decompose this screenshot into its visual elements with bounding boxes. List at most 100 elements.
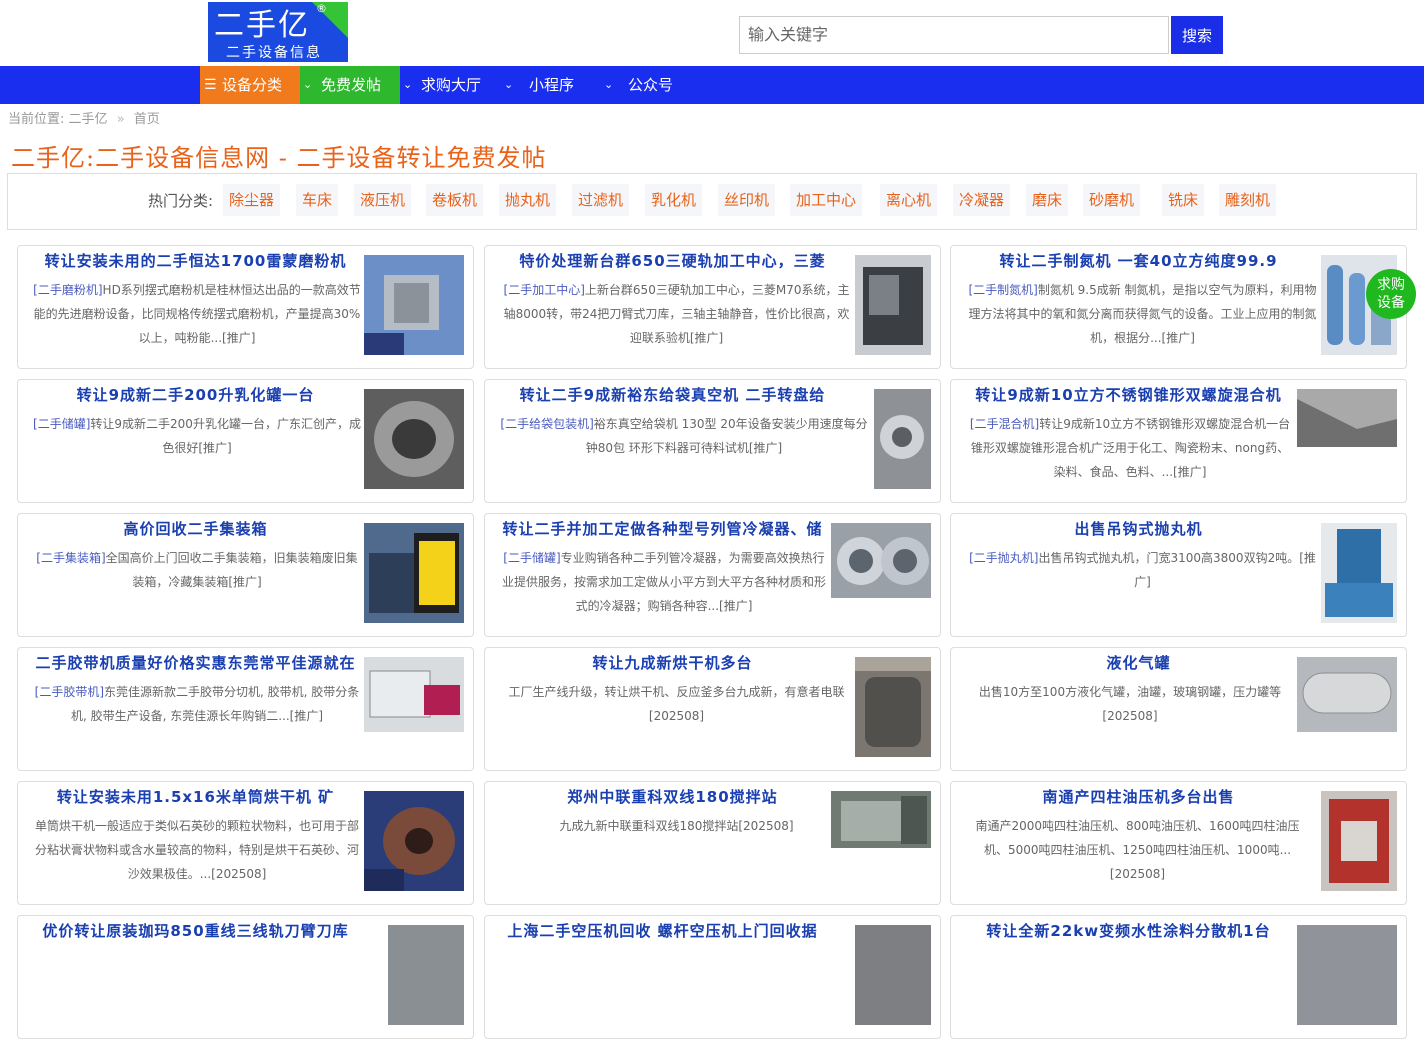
- card-title[interactable]: 转让二手制氮机 一套40立方纯度99.9: [961, 250, 1316, 271]
- listing-card[interactable]: 优价转让原装珈玛850重线三线轨刀臂刀库: [17, 915, 474, 1039]
- product-thumbnail[interactable]: [1321, 523, 1397, 623]
- listing-card[interactable]: 液化气罐 出售10方至100方液化气罐，油罐，玻璃钢罐，压力罐等[202508]: [950, 647, 1407, 771]
- listing-card[interactable]: 转让全新22kw变频水性涂料分散机1台: [950, 915, 1407, 1039]
- breadcrumb-site-link[interactable]: 二手亿: [69, 112, 108, 127]
- listing-card[interactable]: 南通产四柱油压机多台出售 南通产2000吨四柱油压机、800吨油压机、1600吨…: [950, 781, 1407, 905]
- listing-card[interactable]: 转让二手制氮机 一套40立方纯度99.9 [二手制氮机]制氮机 9.5成新 制氮…: [950, 245, 1407, 369]
- card-title[interactable]: 转让二手并加工定做各种型号列管冷凝器、储: [495, 518, 830, 539]
- card-title[interactable]: 转让9成新二手200升乳化罐一台: [28, 384, 363, 405]
- card-category[interactable]: [二手抛丸机]: [969, 551, 1038, 565]
- hot-tag[interactable]: 加工中心: [790, 184, 863, 216]
- product-thumbnail[interactable]: [855, 657, 931, 757]
- card-title[interactable]: 特价处理新台群650三硬轨加工中心，三菱: [495, 250, 850, 271]
- listing-card[interactable]: 转让安装未用的二手恒达1700雷蒙磨粉机 [二手磨粉机]HD系列摆式磨粉机是桂林…: [17, 245, 474, 369]
- site-logo[interactable]: 二手亿 ® 二手设备信息: [208, 2, 348, 62]
- card-category[interactable]: [二手集装箱]: [36, 551, 105, 565]
- card-desc-text: 单筒烘干机一般适应于类似石英砂的颗粒状物料，也可用于部分粘状膏状物料或含水量较高…: [34, 819, 359, 881]
- card-title[interactable]: 二手胶带机质量好价格实惠东莞常平佳源就在: [28, 652, 363, 673]
- card-title[interactable]: 上海二手空压机回收 螺杆空压机上门回收据: [495, 920, 830, 941]
- listing-card[interactable]: 转让9成新二手200升乳化罐一台 [二手储罐]转让9成新二手200升乳化罐一台，…: [17, 379, 474, 503]
- listing-card[interactable]: 郑州中联重科双线180搅拌站 九成九新中联重科双线180搅拌站[202508]: [484, 781, 941, 905]
- search-button[interactable]: 搜索: [1171, 16, 1223, 54]
- product-thumbnail[interactable]: [364, 523, 464, 623]
- product-thumbnail[interactable]: [1321, 791, 1397, 891]
- product-thumbnail[interactable]: [1297, 657, 1397, 732]
- product-thumbnail[interactable]: [874, 389, 931, 489]
- nav-free-post[interactable]: ⌄ 免费发帖: [300, 66, 400, 104]
- card-title[interactable]: 转让安装未用1.5x16米单筒烘干机 矿: [28, 786, 363, 807]
- listing-card[interactable]: 出售吊钩式抛丸机 [二手抛丸机]出售吊钩式抛丸机，门宽3100高3800双钩2吨…: [950, 513, 1407, 637]
- hot-categories: 热门分类: 除尘器 车床 液压机 卷板机 抛丸机 过滤机 乳化机 丝印机 加工中…: [7, 173, 1417, 230]
- logo-main-text: 二手亿: [214, 8, 310, 43]
- hot-tag[interactable]: 过滤机: [572, 184, 630, 216]
- nav-category[interactable]: ☰ 设备分类: [200, 66, 300, 104]
- product-thumbnail[interactable]: [364, 255, 464, 355]
- hot-label: 热门分类:: [148, 192, 214, 210]
- product-thumbnail[interactable]: [855, 255, 931, 355]
- card-title[interactable]: 转让9成新10立方不锈钢锥形双螺旋混合机: [961, 384, 1296, 405]
- card-category[interactable]: [二手磨粉机]: [33, 283, 102, 297]
- nav-buy-hall[interactable]: ⌄ 求购大厅: [400, 66, 500, 104]
- product-thumbnail[interactable]: [388, 925, 464, 1025]
- card-category[interactable]: [二手储罐]: [33, 417, 90, 431]
- hot-tag[interactable]: 铣床: [1162, 184, 1205, 216]
- product-thumbnail[interactable]: [364, 791, 464, 891]
- card-title[interactable]: 转让九成新烘干机多台: [495, 652, 850, 673]
- card-category[interactable]: [二手加工中心]: [504, 283, 585, 297]
- card-desc: [二手给袋包装机]裕东真空给袋机 130型 20年设备安装少用速度每分钟80包 …: [499, 412, 869, 460]
- search-input[interactable]: 输入关键字: [739, 16, 1169, 54]
- hot-tag[interactable]: 车床: [296, 184, 339, 216]
- listing-card[interactable]: 转让九成新烘干机多台 工厂生产线升级，转让烘干机、反应釜多台九成新，有意者电联[…: [484, 647, 941, 771]
- hot-tag[interactable]: 卷板机: [426, 184, 484, 216]
- card-title[interactable]: 出售吊钩式抛丸机: [961, 518, 1316, 539]
- card-category[interactable]: [二手胶带机]: [35, 685, 104, 699]
- hot-tag[interactable]: 抛丸机: [499, 184, 557, 216]
- header: 二手亿 ® 二手设备信息 输入关键字 搜索: [0, 0, 1424, 66]
- card-category[interactable]: [二手混合机]: [970, 417, 1039, 431]
- listing-card[interactable]: 特价处理新台群650三硬轨加工中心，三菱 [二手加工中心]上新台群650三硬轨加…: [484, 245, 941, 369]
- listing-card[interactable]: 二手胶带机质量好价格实惠东莞常平佳源就在 [二手胶带机]东莞佳源新款二手胶带分切…: [17, 647, 474, 771]
- product-thumbnail[interactable]: [364, 657, 464, 732]
- card-desc: [二手储罐]转让9成新二手200升乳化罐一台，广东汇创产，成色很好[推广]: [32, 412, 362, 460]
- listing-card[interactable]: 转让二手并加工定做各种型号列管冷凝器、储 [二手储罐]专业购销各种二手列管冷凝器…: [484, 513, 941, 637]
- card-title[interactable]: 郑州中联重科双线180搅拌站: [495, 786, 850, 807]
- listing-card[interactable]: 转让二手9成新裕东给袋真空机 二手转盘给 [二手给袋包装机]裕东真空给袋机 13…: [484, 379, 941, 503]
- hot-tag[interactable]: 除尘器: [223, 184, 281, 216]
- card-title[interactable]: 转让全新22kw变频水性涂料分散机1台: [961, 920, 1296, 941]
- card-title[interactable]: 转让安装未用的二手恒达1700雷蒙磨粉机: [28, 250, 363, 271]
- hot-tag[interactable]: 乳化机: [645, 184, 703, 216]
- hot-tag[interactable]: 液压机: [354, 184, 412, 216]
- card-title[interactable]: 南通产四柱油压机多台出售: [961, 786, 1316, 807]
- nav-official-account[interactable]: ⌄ 公众号: [600, 66, 700, 104]
- chevron-down-icon: ⌄: [403, 78, 413, 91]
- product-thumbnail[interactable]: [1297, 925, 1397, 1025]
- listing-card[interactable]: 转让9成新10立方不锈钢锥形双螺旋混合机 [二手混合机]转让9成新10立方不锈钢…: [950, 379, 1407, 503]
- nav-mini-program[interactable]: ⌄ 小程序: [500, 66, 600, 104]
- card-category[interactable]: [二手给袋包装机]: [500, 417, 593, 431]
- nav-label: 求购大厅: [421, 76, 482, 94]
- card-desc: 九成九新中联重科双线180搅拌站[202508]: [499, 814, 854, 838]
- product-thumbnail[interactable]: [831, 523, 931, 598]
- listing-card[interactable]: 高价回收二手集装箱 [二手集装箱]全国高价上门回收二手集装箱，旧集装箱废旧集装箱…: [17, 513, 474, 637]
- card-category[interactable]: [二手储罐]: [503, 551, 560, 565]
- product-thumbnail[interactable]: [831, 791, 931, 848]
- hot-tag[interactable]: 雕刻机: [1219, 184, 1277, 216]
- listing-card[interactable]: 上海二手空压机回收 螺杆空压机上门回收据: [484, 915, 941, 1039]
- card-category[interactable]: [二手制氮机]: [968, 283, 1037, 297]
- listing-card[interactable]: 转让安装未用1.5x16米单筒烘干机 矿 单筒烘干机一般适应于类似石英砂的颗粒状…: [17, 781, 474, 905]
- hot-tag[interactable]: 离心机: [880, 184, 938, 216]
- card-title[interactable]: 转让二手9成新裕东给袋真空机 二手转盘给: [495, 384, 850, 405]
- buy-equipment-float-button[interactable]: 求购 设备: [1366, 269, 1416, 319]
- hot-tag[interactable]: 砂磨机: [1083, 184, 1141, 216]
- card-desc-text: 全国高价上门回收二手集装箱，旧集装箱废旧集装箱，冷藏集装箱[推广]: [105, 551, 358, 589]
- product-thumbnail[interactable]: [1297, 389, 1397, 447]
- card-title[interactable]: 优价转让原装珈玛850重线三线轨刀臂刀库: [28, 920, 363, 941]
- float-btn-line1: 求购: [1377, 277, 1405, 293]
- hot-tag[interactable]: 丝印机: [718, 184, 776, 216]
- hot-tag[interactable]: 冷凝器: [953, 184, 1011, 216]
- card-title[interactable]: 高价回收二手集装箱: [28, 518, 363, 539]
- card-title[interactable]: 液化气罐: [961, 652, 1316, 673]
- hot-tag[interactable]: 磨床: [1026, 184, 1069, 216]
- product-thumbnail[interactable]: [364, 389, 464, 489]
- product-thumbnail[interactable]: [855, 925, 931, 1025]
